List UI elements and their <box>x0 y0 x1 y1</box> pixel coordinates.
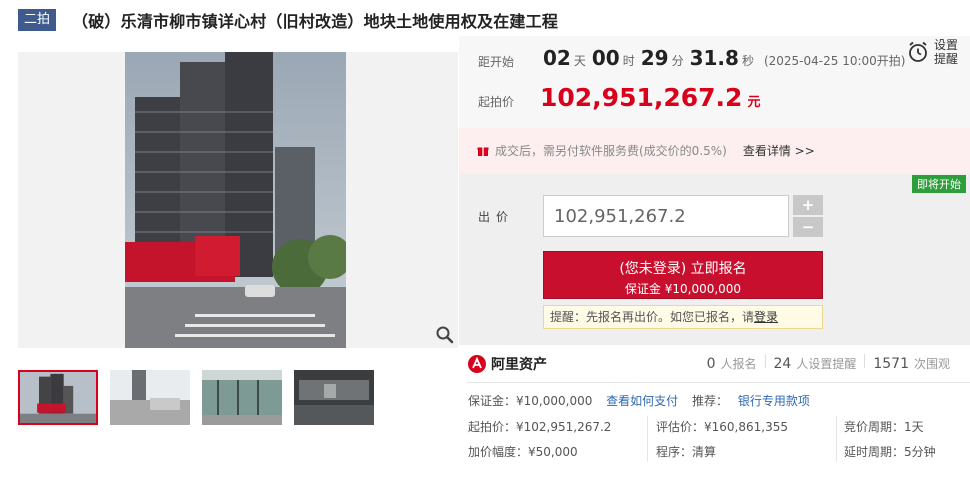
set-reminder-button[interactable]: 设置提醒 <box>906 38 960 66</box>
start-price: 102,951,267.2 元 <box>540 83 760 112</box>
bid-amount-input[interactable] <box>543 195 789 237</box>
stat-divider <box>864 354 866 368</box>
detail-start-price: 起拍价：¥102,951,267.2 <box>468 420 612 434</box>
signup-button-label: (您未登录) 立即报名 <box>619 261 747 277</box>
decrease-bid-button[interactable]: − <box>793 217 823 237</box>
countdown-seconds: 31.8 <box>689 46 739 70</box>
service-fee-notice: 成交后，需另付软件服务费(成交价的0.5%) 查看详情 >> <box>459 128 970 173</box>
countdown-days-unit: 天 <box>573 54 586 68</box>
deposit-amount: 保证金：¥10,000,000 <box>468 394 593 408</box>
start-price-value: 102,951,267.2 <box>540 83 743 112</box>
gift-icon <box>477 147 489 156</box>
image-gallery <box>18 52 458 348</box>
countdown-minutes: 29 <box>640 46 669 70</box>
start-price-label: 起拍价 <box>478 95 515 109</box>
building-photo-illustration <box>125 52 346 348</box>
service-fee-text: 成交后，需另付软件服务费(成交价的0.5%) <box>495 144 727 158</box>
zoom-icon[interactable] <box>434 324 456 346</box>
main-photo[interactable] <box>125 52 346 348</box>
countdown-minutes-unit: 分 <box>671 54 684 68</box>
auction-start-time: (2025-04-25 10:00开拍) <box>763 54 906 68</box>
set-reminder-label: 设置提醒 <box>934 38 959 66</box>
stat-divider <box>764 354 766 368</box>
signup-button[interactable]: (您未登录) 立即报名 保证金 ¥10,000,000 <box>543 251 823 299</box>
detail-bid-increment: 加价幅度：¥50,000 <box>468 445 578 459</box>
increase-bid-button[interactable]: + <box>793 195 823 215</box>
login-tip: 提醒：先报名再出价。如您已报名，请登录 <box>543 305 823 329</box>
how-to-pay-link[interactable]: 查看如何支付 <box>606 394 678 408</box>
signup-deposit-label: 保证金 ¥10,000,000 <box>624 282 742 296</box>
page-title: （破）乐清市柳市镇详心村（旧村改造）地块土地使用权及在建工程 <box>72 12 559 31</box>
bid-label: 出价 <box>478 210 515 224</box>
countdown-label: 距开始 <box>478 55 515 69</box>
bid-stepper: + − <box>793 195 823 239</box>
thumbnail-shopfront[interactable] <box>202 370 282 425</box>
view-details-link[interactable]: 查看详情 >> <box>743 142 815 159</box>
countdown-days: 02 <box>543 46 571 70</box>
recommend-label: 推荐： <box>692 394 729 408</box>
auction-stats: 0 人报名 24 人设置提醒 1571 次围观 <box>707 354 958 372</box>
countdown-hours: 00 <box>591 46 620 70</box>
countdown-hours-unit: 时 <box>622 54 635 68</box>
column-divider <box>836 416 837 462</box>
deposit-row: 保证金：¥10,000,000 查看如何支付 推荐： 银行专用款项 <box>468 392 810 409</box>
thumbnail-interior[interactable] <box>294 370 374 425</box>
bid-section: 即将开始 出价 + − (您未登录) 立即报名 保证金 ¥10,000,000 … <box>459 173 970 345</box>
detail-appraisal-price: 评估价：¥160,861,355 <box>656 420 788 434</box>
login-link[interactable]: 登录 <box>754 310 778 324</box>
thumbnail-building[interactable] <box>18 370 98 425</box>
ali-assets-logo-icon <box>468 355 486 373</box>
signup-count-label: 人报名 <box>720 357 757 371</box>
brand-name: 阿里资产 <box>491 357 547 373</box>
bank-account-link[interactable]: 银行专用款项 <box>738 394 810 408</box>
title-row: 二拍 （破）乐清市柳市镇详心村（旧村改造）地块土地使用权及在建工程 <box>18 8 558 32</box>
detail-delay-period: 延时周期：5分钟 <box>844 445 936 459</box>
reminder-count-label: 人设置提醒 <box>796 357 857 371</box>
thumbnail-tower-ground[interactable] <box>110 370 190 425</box>
reminder-count: 24 <box>773 356 792 372</box>
alarm-clock-icon <box>909 41 927 62</box>
column-divider <box>647 416 648 462</box>
start-price-unit: 元 <box>747 95 761 110</box>
countdown-timer: 02 天 00 时 29 分 31.8 秒 (2025-04-25 10:00开… <box>543 46 905 70</box>
view-count: 1571 <box>873 356 909 372</box>
brand-row: 阿里资产 0 人报名 24 人设置提醒 1571 次围观 <box>467 351 970 377</box>
signup-count: 0 <box>706 356 716 372</box>
detail-auction-period: 竞价周期：1天 <box>844 420 924 434</box>
status-badge: 即将开始 <box>912 175 966 193</box>
countdown-section: 距开始 02 天 00 时 29 分 31.8 秒 (2025-04-25 10… <box>459 36 970 128</box>
countdown-seconds-unit: 秒 <box>741 54 754 68</box>
login-tip-text: 提醒：先报名再出价。如您已报名，请 <box>550 310 755 324</box>
view-count-label: 次围观 <box>913 357 950 371</box>
thumbnail-strip <box>18 370 386 425</box>
divider <box>467 382 970 383</box>
auction-round-tag: 二拍 <box>18 9 57 31</box>
detail-procedure: 程序：清算 <box>656 445 717 459</box>
